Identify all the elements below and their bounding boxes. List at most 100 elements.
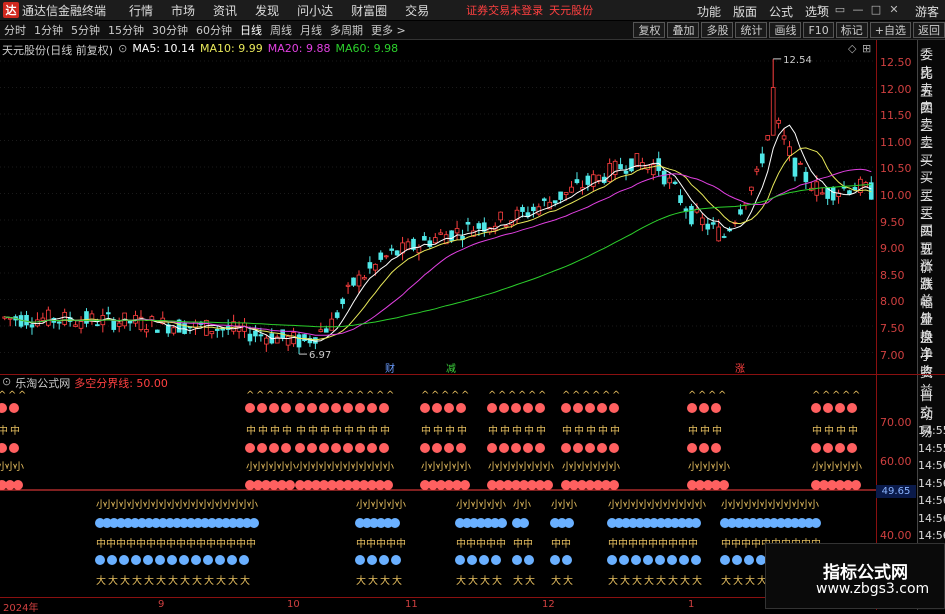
signal-glyph: 中 [366,537,376,550]
signal-glyph: ^ [346,390,354,401]
signal-glyph: 大 [156,574,166,587]
signal-ball [131,555,141,565]
candle-body [819,192,825,195]
signal-ball [107,555,117,565]
menu-item-trade[interactable]: 交易 [396,2,438,19]
menu-item-layout[interactable]: 版面 [727,3,763,20]
signal-ball [679,555,689,565]
signal-glyph: 中 [586,424,596,437]
menu-item-ask[interactable]: 问小达 [288,2,342,19]
signal-glyph: 中 [216,537,226,550]
tab-5min[interactable]: 5分钟 [67,22,104,38]
signal-glyph: 大 [563,574,573,587]
signal-glyph: 中 [561,537,571,550]
guest-label[interactable]: 游客 [915,3,939,20]
candle-body [847,190,852,195]
draw-line-button[interactable]: 画线 [769,22,802,38]
chart-settings-icon[interactable]: ◇ [848,42,856,55]
tab-1min[interactable]: 1分钟 [30,22,67,38]
signal-glyph: 中 [258,424,268,437]
maximize-icon[interactable]: □ [867,3,885,16]
tab-multi-period[interactable]: 多周期 [326,22,367,38]
add-watchlist-button[interactable]: +自选 [869,22,911,38]
indicator-chart[interactable]: ^ ^ ^ ^ ^ ^ ^ ^ ^ ^ ^ ^ ^ ^ ^ ^ ^ ^ ^ ^ ^ ^ ^ ^ ^ ^ ^ ^ ^ ^ ^ ^ ^ ^ ^ ^ ^ ^ ^ ^… [0,388,876,597]
signal-glyph: ^ [518,390,526,401]
candle-body [596,174,602,181]
signal-ball [585,403,595,413]
signal-glyph: 中 [486,537,496,550]
candle-body [155,329,160,333]
signal-ball [847,443,857,453]
signal-glyph: 中 [166,537,176,550]
candle-body [781,135,787,140]
minimize-icon[interactable]: — [849,3,867,16]
menu-item-wealth[interactable]: 财富圈 [342,2,396,19]
expand-icon[interactable]: ⊞ [862,42,871,55]
back-button[interactable]: 返回 [913,22,945,38]
marker-jian: 减 [446,364,456,375]
multi-stock-button[interactable]: 多股 [701,22,734,38]
tab-30min[interactable]: 30分钟 [148,22,192,38]
title-bar: 达 通达信金融终端 行情 市场 资讯 发现 问小达 财富圈 交易 证券交易未登录… [0,0,945,20]
candle-body [116,322,122,327]
candle-body [770,87,776,136]
adjust-button[interactable]: 复权 [633,22,666,38]
signal-glyph: 小 [396,499,406,511]
signal-glyph: 大 [644,574,654,587]
mark-button[interactable]: 标记 [835,22,868,38]
menu-item-market[interactable]: 市场 [162,2,204,19]
signal-glyph: 大 [192,574,202,587]
close-icon[interactable]: ✕ [885,3,903,16]
signal-glyph: 大 [120,574,130,587]
signal-ball [215,555,225,565]
tab-60min[interactable]: 60分钟 [192,22,236,38]
tab-more[interactable]: 更多 > [367,22,410,38]
statistics-button[interactable]: 统计 [735,22,768,38]
candle-body [362,277,367,280]
signal-glyph: 大 [380,574,390,587]
signal-glyph: 中 [332,424,342,437]
signal-ball [257,443,267,453]
login-notice[interactable]: 证券交易未登录 [466,2,543,18]
tab-weekly[interactable]: 周线 [266,22,296,38]
signal-ball [691,555,701,565]
date-label: 9 [158,599,165,610]
current-indicator-value: 49.65 [876,485,916,498]
tab-timeshare[interactable]: 分时 [0,22,30,38]
signal-ball [307,403,317,413]
menu-item-quotes[interactable]: 行情 [120,2,162,19]
tab-monthly[interactable]: 月线 [296,22,326,38]
signal-glyph: ^ [832,390,840,401]
tab-15min[interactable]: 15分钟 [104,22,148,38]
signal-glyph: 中 [721,537,731,550]
signal-ball [355,555,365,565]
trade-time: 14:55 [918,441,945,455]
kline-chart[interactable]: 12.54 6.97 [0,55,876,373]
menu-item-function[interactable]: 功能 [691,3,727,20]
menu-item-formula[interactable]: 公式 [763,3,799,20]
f10-button[interactable]: F10 [803,22,834,38]
signal-ball [467,555,477,565]
signal-ball [269,443,279,453]
signal-glyph: 中 [574,424,584,437]
signal-ball [597,443,607,453]
signal-glyph: 中 [386,537,396,550]
refresh-icon[interactable]: ↻ [813,3,831,16]
date-label: 12 [542,599,555,610]
candle-body [105,312,111,315]
signal-ball [155,555,165,565]
signal-glyph: ^ [461,390,469,401]
signal-glyph: ^ [441,390,449,401]
fullscreen-icon[interactable]: ▭ [831,3,849,16]
menu-item-discover[interactable]: 发现 [246,2,288,19]
candle-body [95,324,100,327]
signal-ball [744,555,754,565]
signal-ball [383,480,393,490]
tab-daily[interactable]: 日线 [236,22,266,38]
candle-body [749,186,754,191]
overlay-button[interactable]: 叠加 [667,22,700,38]
candle-body [323,328,329,333]
signal-glyph: 大 [692,574,702,587]
menu-item-news[interactable]: 资讯 [204,2,246,19]
signal-glyph: 大 [456,574,466,587]
